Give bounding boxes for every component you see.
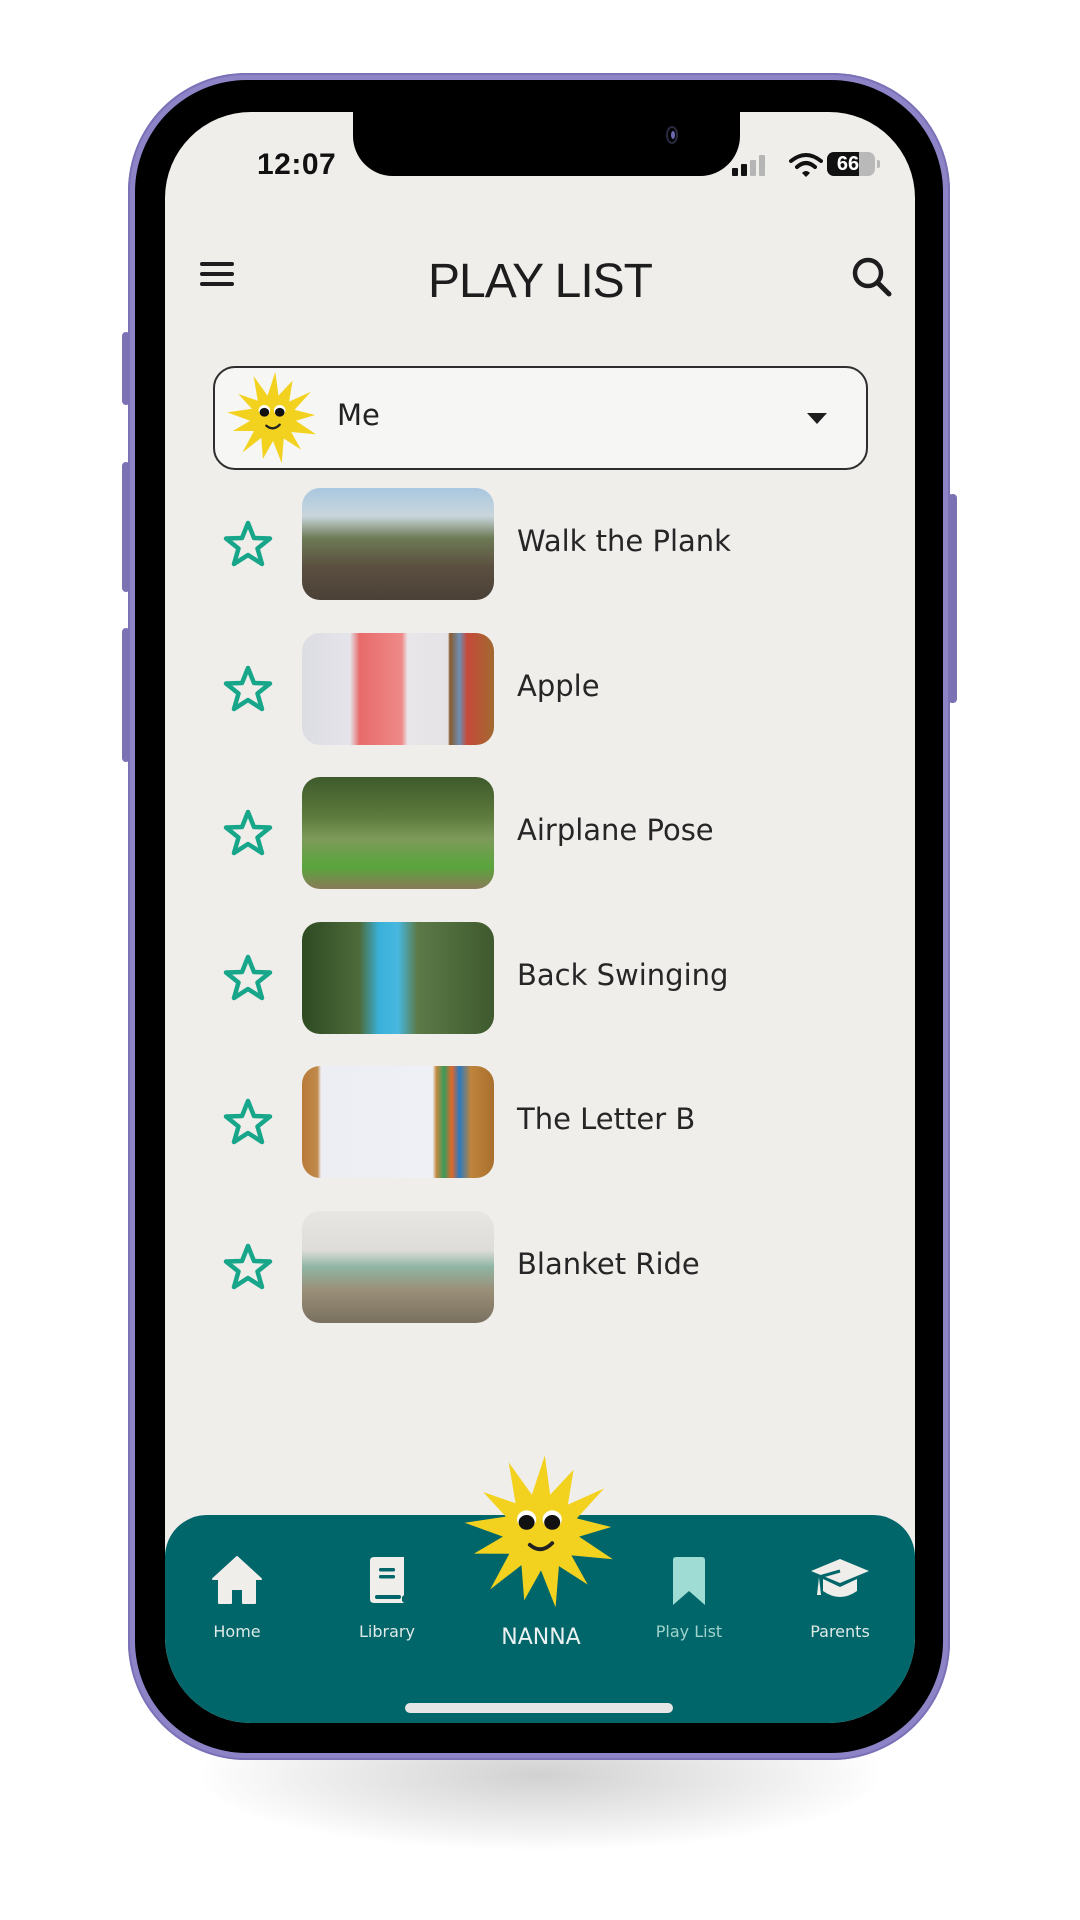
profile-select-value: Me	[337, 398, 380, 432]
thumbnail-child-pulling-blanket[interactable]	[302, 1211, 494, 1323]
sun-body	[464, 1455, 613, 1608]
star-outline-icon[interactable]	[223, 809, 273, 857]
nav-item-parents[interactable]: Parents	[770, 1515, 910, 1665]
playlist-item-title: Apple	[517, 669, 600, 703]
nav-item-library[interactable]: Library	[317, 1515, 457, 1665]
playlist-item[interactable]: Apple	[205, 633, 845, 745]
playlist-item[interactable]: Airplane Pose	[205, 777, 845, 889]
nav-label-home: Home	[213, 1622, 261, 1641]
thumbnail-drawing-red-apple[interactable]	[302, 633, 494, 745]
nav-label-nanna: NANNA	[501, 1625, 581, 1650]
front-camera	[666, 126, 678, 144]
sun-mascot-icon	[464, 1455, 613, 1608]
sun-mascot-icon	[227, 372, 317, 464]
star-outline-icon[interactable]	[223, 954, 273, 1002]
star-outline-icon[interactable]	[223, 665, 273, 713]
playlist-item[interactable]: The Letter B	[205, 1066, 845, 1178]
phone-frame: 12:07 66 PLAY LIST Me Walk the Plank App…	[128, 73, 950, 1760]
thumbnail-letter-b-notepad-crayons[interactable]	[302, 1066, 494, 1178]
nav-item-nanna[interactable]: NANNA	[456, 1452, 626, 1650]
playlist-item-title: Walk the Plank	[517, 524, 731, 558]
wifi-icon	[789, 153, 823, 177]
playlist-item-title: Back Swinging	[517, 958, 729, 992]
caret-down-icon	[807, 413, 827, 424]
sun-eye-pupil	[544, 1515, 561, 1530]
home-icon	[212, 1556, 262, 1604]
search-icon[interactable]	[848, 253, 896, 301]
nav-item-home[interactable]: Home	[167, 1515, 307, 1665]
playlist-item[interactable]: Blanket Ride	[205, 1211, 845, 1323]
battery-icon: 66	[827, 152, 875, 176]
cellular-signal-icon	[732, 154, 772, 176]
book-icon	[370, 1557, 404, 1603]
sun-eye-pupil	[259, 407, 270, 417]
thumbnail-woman-airplane-yoga-pose[interactable]	[302, 777, 494, 889]
playlist-item[interactable]: Back Swinging	[205, 922, 845, 1034]
nav-label-library: Library	[359, 1622, 415, 1641]
nav-label-parents: Parents	[810, 1622, 870, 1641]
battery-percent: 66	[836, 153, 860, 175]
playlist-item[interactable]: Walk the Plank	[205, 488, 845, 600]
thumbnail-kids-walking-outdoors[interactable]	[302, 488, 494, 600]
graduation-cap-icon	[811, 1559, 869, 1597]
nav-label-playlist: Play List	[655, 1622, 723, 1641]
profile-select[interactable]: Me	[213, 366, 868, 470]
sun-body	[227, 372, 317, 464]
status-time: 12:07	[257, 148, 337, 181]
star-outline-icon[interactable]	[223, 1243, 273, 1291]
sun-eye-pupil	[518, 1515, 535, 1530]
nav-item-playlist[interactable]: Play List	[619, 1515, 759, 1665]
playlist-item-title: The Letter B	[517, 1102, 696, 1136]
thumbnail-blue-hammock-swing[interactable]	[302, 922, 494, 1034]
page-title: PLAY LIST	[427, 255, 653, 308]
playlist-item-title: Airplane Pose	[517, 813, 714, 847]
star-outline-icon[interactable]	[223, 1098, 273, 1146]
playlist-item-title: Blanket Ride	[517, 1247, 700, 1281]
home-indicator[interactable]	[405, 1703, 673, 1713]
bookmark-icon	[673, 1557, 705, 1605]
app-screen: 12:07 66 PLAY LIST Me Walk the Plank App…	[165, 112, 915, 1723]
star-outline-icon[interactable]	[223, 520, 273, 568]
sun-eye-pupil	[274, 407, 285, 417]
notch	[353, 112, 740, 176]
battery-tip	[877, 160, 880, 168]
